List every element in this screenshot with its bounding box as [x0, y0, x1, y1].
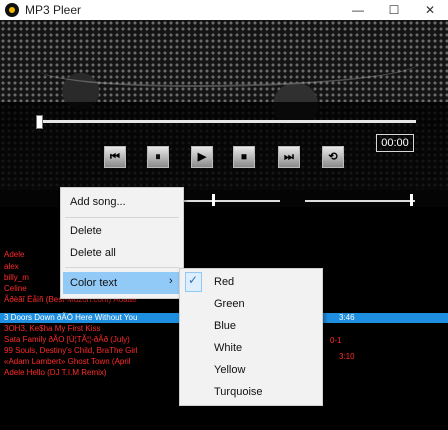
- volume-thumb[interactable]: [212, 194, 216, 206]
- minimize-button[interactable]: —: [340, 0, 376, 20]
- context-menu: Add song... Delete Delete all Color text…: [60, 187, 184, 299]
- color-submenu: ✓ Red Green Blue White Yellow Turquoise: [179, 268, 323, 406]
- menu-separator: [65, 217, 179, 218]
- volume-slider[interactable]: [184, 200, 280, 202]
- color-red-menu-item[interactable]: Red: [214, 276, 234, 288]
- maximize-button[interactable]: ☐: [376, 0, 412, 20]
- color-yellow-menu-item[interactable]: Yellow: [214, 364, 245, 376]
- title-bar: MP3 Pleer — ☐ ✕: [0, 0, 448, 21]
- chevron-right-icon: ›: [169, 275, 173, 287]
- add-song-menu-item[interactable]: Add song...: [70, 196, 126, 208]
- playlist-row[interactable]: billy_m: [4, 273, 29, 282]
- color-text-menu-item[interactable]: Color text: [70, 277, 117, 289]
- playlist-row[interactable]: Celine: [4, 284, 27, 293]
- pause-button[interactable]: ⏸: [147, 146, 169, 168]
- color-green-menu-item[interactable]: Green: [214, 298, 245, 310]
- close-button[interactable]: ✕: [412, 0, 448, 20]
- playlist-row[interactable]: Sata Family ðÃO [Ù¦TÃ¦¦-ðÃð (July): [4, 335, 130, 344]
- selected-song-duration: 3:46: [339, 313, 355, 322]
- playlist-row[interactable]: Adele Hello (DJ T.I.M Remix): [4, 368, 107, 377]
- previous-button[interactable]: ⏮: [104, 146, 126, 168]
- menu-separator: [65, 267, 179, 268]
- crack-graphic: [40, 45, 420, 87]
- selected-song-name: 3 Doors Down ðÃÖ Here Without You: [4, 313, 138, 322]
- delete-all-menu-item[interactable]: Delete all: [70, 247, 116, 259]
- delete-menu-item[interactable]: Delete: [70, 225, 102, 237]
- playlist-row-value: 0-1: [330, 336, 342, 345]
- balance-slider[interactable]: [305, 200, 415, 202]
- color-blue-menu-item[interactable]: Blue: [214, 320, 236, 332]
- color-turquoise-menu-item[interactable]: Turquoise: [214, 386, 263, 398]
- time-display: 00:00: [376, 134, 414, 152]
- playlist-row[interactable]: Adele: [4, 250, 24, 259]
- playlist-row[interactable]: alex: [4, 262, 19, 271]
- color-white-menu-item[interactable]: White: [214, 342, 242, 354]
- stop-button[interactable]: ⏹: [233, 146, 255, 168]
- playlist-row[interactable]: 3OH3, Ke$ha My First Kiss: [4, 324, 100, 333]
- shuffle-button[interactable]: ⟲: [322, 146, 344, 168]
- playlist-row[interactable]: 99 Souls, Destiny's Child, BraThe Girl: [4, 346, 138, 355]
- seek-track[interactable]: [38, 120, 416, 123]
- app-icon: [5, 3, 19, 17]
- window-title: MP3 Pleer: [25, 3, 82, 17]
- playlist-row[interactable]: «Adam Lambert» Ghost Town (April: [4, 357, 131, 366]
- checkmark-icon: ✓: [188, 273, 199, 287]
- play-button[interactable]: ▶: [191, 146, 213, 168]
- playlist-row-duration: 3:10: [339, 352, 355, 361]
- next-button[interactable]: ⏭: [278, 146, 300, 168]
- balance-thumb[interactable]: [409, 194, 413, 206]
- player-skin: [0, 20, 448, 207]
- seek-thumb[interactable]: [36, 115, 43, 129]
